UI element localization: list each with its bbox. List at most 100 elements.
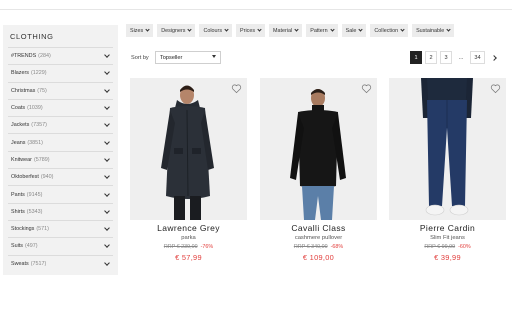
chevron-down-icon <box>104 242 110 249</box>
product-image[interactable] <box>389 78 506 220</box>
category-count: (284) <box>38 53 51 60</box>
category-text: Coats (1039) <box>11 105 43 111</box>
sidebar-category-item[interactable]: Blazers (1229) <box>8 64 113 81</box>
sidebar-category-item[interactable]: Christmas (75) <box>8 81 113 99</box>
category-label: Jackets <box>11 122 30 129</box>
sidebar-category-item[interactable]: Oktoberfest (940) <box>8 168 113 185</box>
category-label: #TRENDS <box>11 53 37 60</box>
page-button[interactable]: 1 <box>410 51 422 64</box>
category-sidebar: CLOTHING #TRENDS (284) Blazers (1229) Christ… <box>3 25 118 275</box>
filter-dropdown[interactable]: Colours <box>199 24 233 37</box>
rrp-price: RRP € 239,00 <box>163 244 198 250</box>
product-card[interactable]: Pierre Cardin Slim Fit jeans RRP € 99,99… <box>389 78 506 262</box>
product-brand[interactable]: Pierre Cardin <box>389 223 506 233</box>
filter-dropdown[interactable]: Designers <box>157 24 196 37</box>
product-image[interactable] <box>130 78 247 220</box>
sale-price: € 57,99 <box>175 253 202 262</box>
filter-dropdown[interactable]: Collection <box>370 24 409 37</box>
parka-photo <box>130 78 247 220</box>
sidebar-category-item[interactable]: Jeans (3851) <box>8 133 113 150</box>
pagination: 1 2 3... 34 <box>410 51 500 64</box>
rrp-price: RRP € 99,99 <box>424 244 456 250</box>
filter-dropdown[interactable]: Material <box>269 24 303 37</box>
caret-down-icon <box>212 55 216 58</box>
chevron-down-icon <box>329 27 335 32</box>
chevron-down-icon <box>400 27 405 32</box>
category-count: (497) <box>24 243 38 250</box>
page-button[interactable]: 2 <box>425 51 437 64</box>
product-image[interactable] <box>260 78 377 220</box>
category-count: (3851) <box>27 139 43 146</box>
chevron-down-icon <box>104 190 110 197</box>
chevron-down-icon <box>145 27 150 32</box>
category-count: (9145) <box>26 191 43 198</box>
chevron-down-icon <box>104 259 110 266</box>
sidebar-category-item[interactable]: Jackets (7357) <box>8 116 113 133</box>
category-count: (571) <box>36 226 49 233</box>
chevron-down-icon <box>104 121 110 128</box>
filter-label: Sustainable <box>416 27 445 34</box>
filter-dropdown[interactable]: Sizes <box>126 24 154 37</box>
product-brand[interactable]: Lawrence Grey <box>130 223 247 233</box>
sale-price: € 109,00 <box>302 253 335 262</box>
page-button[interactable]: 34 <box>470 51 485 64</box>
chevron-down-icon <box>104 225 110 231</box>
category-text: Oktoberfest (940) <box>11 174 53 180</box>
category-label: Stockings <box>11 226 35 233</box>
filter-label: Prices <box>240 27 256 34</box>
sidebar-category-item[interactable]: Shirts (5343) <box>8 202 113 220</box>
category-count: (940) <box>40 174 54 181</box>
category-count: (7357) <box>31 122 47 129</box>
filter-bar: Sizes Designers Colours Prices Material Patte… <box>126 24 455 37</box>
sidebar-category-item[interactable]: Stockings (571) <box>8 219 113 237</box>
category-text: Blazers (1229) <box>11 70 47 76</box>
category-label: Knitwear <box>11 156 32 163</box>
chevron-down-icon <box>446 27 451 32</box>
sale-price: € 39,99 <box>434 253 461 262</box>
pagination-ellipsis: ... <box>455 51 467 64</box>
sidebar-category-item[interactable]: Coats (1039) <box>8 98 113 116</box>
category-text: Stockings (571) <box>11 226 49 232</box>
sidebar-category-item[interactable]: Sweats (7517) <box>8 254 113 272</box>
product-type: cashmere pullover <box>294 235 343 241</box>
filter-dropdown[interactable]: Sale <box>341 24 367 37</box>
category-count: (5343) <box>26 208 43 215</box>
category-count: (7517) <box>30 260 47 267</box>
category-text: #TRENDS (284) <box>11 53 51 59</box>
category-text: Jackets (7357) <box>11 122 47 128</box>
sort-label: Sort by <box>131 55 149 61</box>
category-label: Coats <box>11 105 26 112</box>
product-card[interactable]: Lawrence Grey parka RRP € 239,00 -76% € 5… <box>130 78 247 262</box>
sort-select[interactable]: Topseller <box>155 51 221 64</box>
filter-label: Sizes <box>130 27 144 34</box>
discount-badge: -68% <box>330 244 344 250</box>
wishlist-heart-icon[interactable] <box>231 83 242 94</box>
wishlist-heart-icon[interactable] <box>490 83 501 94</box>
sidebar-category-item[interactable]: Suits (497) <box>8 237 113 254</box>
next-page-button[interactable] <box>488 51 500 64</box>
chevron-down-icon <box>257 27 262 32</box>
category-text: Pants (9145) <box>11 192 42 198</box>
sidebar-category-item[interactable]: #TRENDS (284) <box>8 47 113 64</box>
category-label: Jeans <box>11 139 26 146</box>
wishlist-heart-icon[interactable] <box>361 83 372 94</box>
filter-label: Pattern <box>310 27 328 34</box>
chevron-down-icon <box>104 156 110 162</box>
filter-dropdown[interactable]: Sustainable <box>412 24 455 37</box>
category-count: (1229) <box>30 70 47 77</box>
sidebar-title: CLOTHING <box>10 32 54 41</box>
header-divider <box>0 0 512 10</box>
category-label: Pants <box>11 191 25 198</box>
chevron-down-icon <box>104 138 110 145</box>
category-label: Sweats <box>11 260 29 267</box>
page-button[interactable]: 3 <box>440 51 452 64</box>
product-brand[interactable]: Cavalli Class <box>260 223 377 233</box>
category-text: Christmas (75) <box>11 88 47 94</box>
category-text: Knitwear (5789) <box>11 157 50 163</box>
filter-dropdown[interactable]: Prices <box>236 24 266 37</box>
filter-dropdown[interactable]: Pattern <box>306 24 338 37</box>
category-count: (5789) <box>33 156 50 163</box>
sidebar-category-item[interactable]: Knitwear (5789) <box>8 150 113 168</box>
product-card[interactable]: Cavalli Class cashmere pullover RRP € 34… <box>260 78 377 262</box>
sidebar-category-item[interactable]: Pants (9145) <box>8 185 113 202</box>
